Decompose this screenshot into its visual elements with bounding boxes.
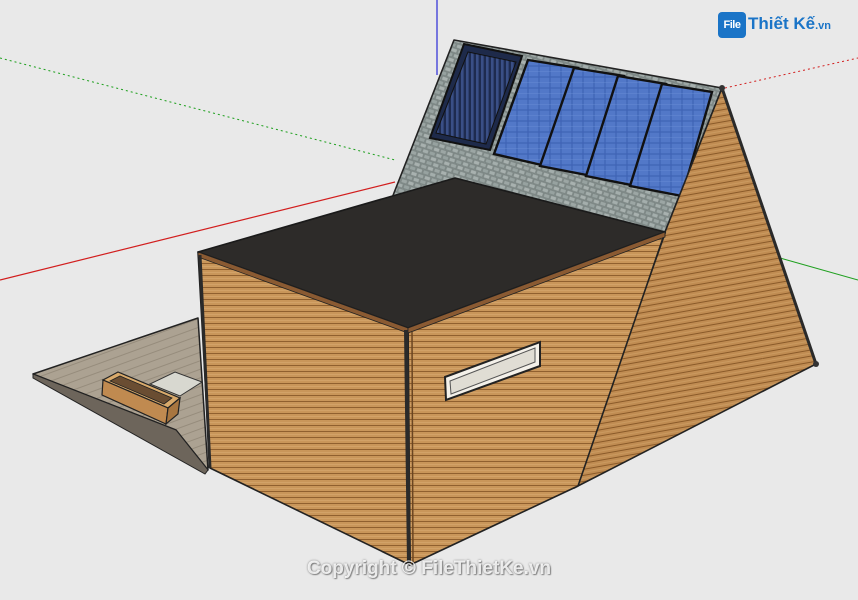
logo-suffix-text: .vn (815, 20, 831, 32)
site-logo[interactable]: File Thiết Kế.vn (718, 10, 848, 40)
logo-main-text: Thiết Kế (748, 14, 816, 33)
corner-post-front-inner (411, 331, 414, 564)
logo-text: Thiết Kế.vn (748, 14, 831, 34)
red-axis-line-dotted (724, 57, 858, 89)
logo-badge: File (718, 12, 746, 38)
sketch-viewport: File Thiết Kế.vn Copyright © FileThietKe… (0, 0, 858, 600)
copyright-watermark: Copyright © FileThietKe.vn (306, 558, 552, 579)
green-axis-line (0, 57, 396, 161)
model-scene (0, 0, 858, 566)
green-axis-line-solid (779, 257, 858, 281)
